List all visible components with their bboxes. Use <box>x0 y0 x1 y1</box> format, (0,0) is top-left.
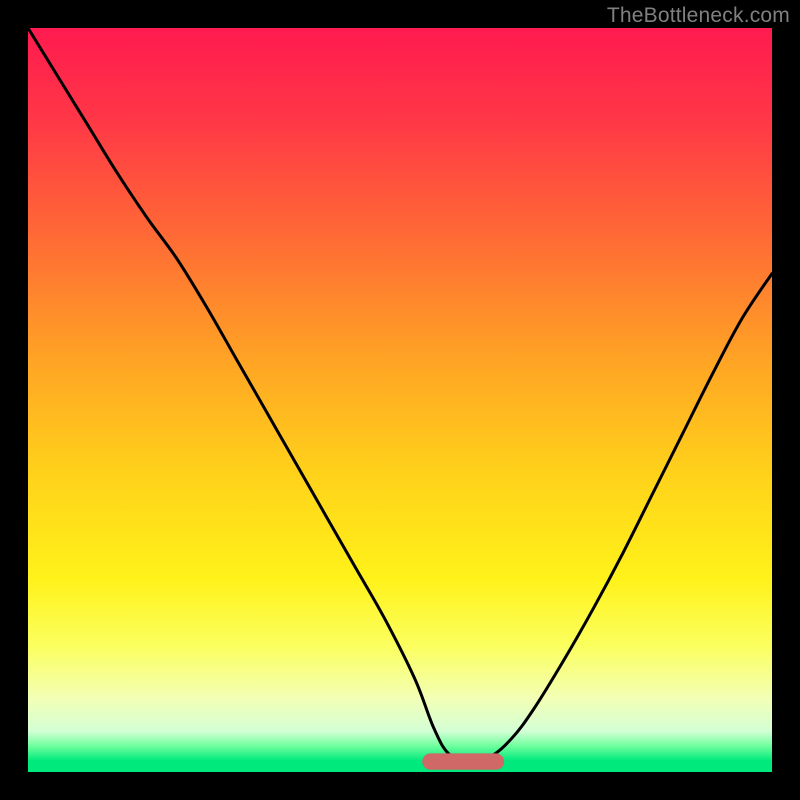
optimal-marker <box>422 753 504 769</box>
chart-frame: TheBottleneck.com <box>0 0 800 800</box>
watermark-text: TheBottleneck.com <box>607 4 790 28</box>
gradient-background <box>28 28 772 772</box>
bottleneck-chart <box>0 0 800 800</box>
